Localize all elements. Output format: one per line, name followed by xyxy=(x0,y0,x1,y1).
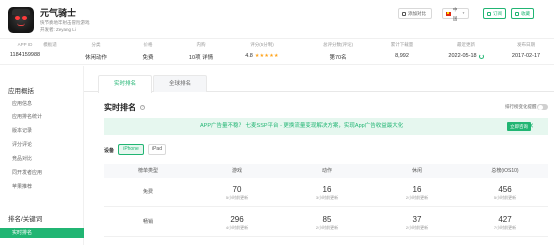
sidebar-item-same-dev[interactable]: 同开发者应用 xyxy=(12,169,42,176)
refresh-icon[interactable] xyxy=(478,53,484,59)
rating-stars: ★★★★★ xyxy=(254,53,279,59)
table-row: 免费 70 5小时前更新 16 3小时前更新 16 2小时前更新 456 5小时… xyxy=(104,178,548,207)
stat-category: 分类 休闲动作 xyxy=(84,42,107,61)
table-header: 榜单类型 游戏 动作 休闲 总榜(iOS10) xyxy=(104,164,548,178)
mail-icon xyxy=(487,11,491,16)
sidebar-section-rank: 排名/关键词 xyxy=(8,216,43,223)
stat-downloads: 累计下载量 8,992 xyxy=(390,42,414,59)
app-developer[interactable]: 开发者: Zeyang Li xyxy=(40,27,76,33)
sidebar-item-reviews[interactable]: 评分评论 xyxy=(12,141,32,148)
ad-banner: APP广告量不稳？ 七麦SSP平台 - 更换流量变现解决方案，实现App广告收益… xyxy=(104,118,548,135)
col-header-casual: 休闲 xyxy=(411,168,422,174)
subscribe-button[interactable]: 订阅 xyxy=(483,8,506,19)
app-stats-bar: APP ID 1184159988 模板适 分类 休闲动作 价格 免费 内购 1… xyxy=(0,38,554,65)
country-select[interactable]: 中国 ▼ xyxy=(442,7,469,21)
stat-last-update: 最近更新 2022-05-18 xyxy=(444,42,488,59)
compare-icon xyxy=(402,11,406,16)
col-header-type: 榜单类型 xyxy=(137,168,158,174)
app-header: 元气骑士 快节奏地牢射击冒险游戏 开发者: Zeyang Li 添加对比 中国 … xyxy=(0,0,554,37)
stat-price: 价格 免费 xyxy=(142,42,154,61)
sidebar: 应用概括 应用信息 应用排名统计 版本记录 评分评论 竞品对比 同开发者应用 苹… xyxy=(0,66,84,245)
app-icon xyxy=(8,7,34,33)
col-header-overall: 总榜(iOS10) xyxy=(491,168,519,174)
rank-tabs: 实时排名 全球排名 xyxy=(84,72,554,93)
add-compare-button[interactable]: 添加对比 xyxy=(398,8,432,19)
section-title: 实时排名 ? xyxy=(104,103,146,112)
device-label: 设备 xyxy=(104,148,115,154)
sidebar-item-competitors[interactable]: 竞品对比 xyxy=(12,155,32,162)
rank-cell[interactable]: 16 2小时前更新 xyxy=(372,185,462,201)
row-type-label: 免费 xyxy=(142,189,153,195)
rating-value: 4.8 xyxy=(245,53,253,59)
help-icon[interactable]: ? xyxy=(140,105,146,111)
stat-release-date: 发布日期 2017-02-17 xyxy=(511,42,541,59)
stat-bundle: 模板适 xyxy=(43,42,57,47)
table-row: 畅销 296 4小时前更新 85 2小时前更新 37 2小时前更新 427 7小… xyxy=(104,208,548,237)
stat-iap[interactable]: 内购 10项 详情 xyxy=(186,42,216,61)
close-icon[interactable]: ✕ xyxy=(528,118,534,135)
col-header-games: 游戏 xyxy=(231,168,242,174)
tab-global-rank[interactable]: 全球排名 xyxy=(153,75,207,92)
sidebar-section-overview: 应用概括 xyxy=(8,88,34,95)
rank-cell[interactable]: 16 3小时前更新 xyxy=(282,185,372,201)
stat-app-id: APP ID 1184159988 xyxy=(9,42,41,58)
stat-rating: 评分(5分制) 4.8 ★★★★★ xyxy=(245,42,279,59)
banner-text: APP广告量不稳？ 七麦SSP平台 - 更换流量变现解决方案，实现App广告收益… xyxy=(200,123,404,129)
rank-cell[interactable]: 296 4小时前更新 xyxy=(192,215,282,231)
rank-cell[interactable]: 427 7小时前更新 xyxy=(462,215,548,231)
chevron-down-icon: ▼ xyxy=(462,11,465,15)
rank-cell[interactable]: 456 5小时前更新 xyxy=(462,185,548,201)
favorite-button[interactable]: 收藏 xyxy=(511,8,534,19)
sidebar-item-versions[interactable]: 版本记录 xyxy=(12,127,32,134)
app-title: 元气骑士 xyxy=(40,8,77,18)
star-outline-icon xyxy=(515,11,519,16)
china-flag-icon xyxy=(446,11,451,16)
sidebar-item-app-info[interactable]: 应用信息 xyxy=(12,100,32,107)
col-header-action: 动作 xyxy=(321,168,332,174)
app-subtitle: 快节奏地牢射击冒险游戏 xyxy=(40,20,90,25)
sidebar-item-apple-rec[interactable]: 苹果推荐 xyxy=(12,183,32,190)
tab-realtime-rank[interactable]: 实时排名 xyxy=(98,75,152,93)
notify-label: 排行榜变化提醒 xyxy=(505,104,537,109)
device-iphone-button[interactable]: iPhone xyxy=(118,144,144,155)
sidebar-item-realtime-rank[interactable]: 实时排名 xyxy=(0,228,84,238)
device-ipad-button[interactable]: iPad xyxy=(148,144,166,155)
rank-cell[interactable]: 37 2小时前更新 xyxy=(372,215,462,231)
notify-toggle[interactable] xyxy=(537,104,548,110)
rank-cell[interactable]: 85 2小时前更新 xyxy=(282,215,372,231)
sidebar-item-rank-stats[interactable]: 应用排名统计 xyxy=(12,113,42,120)
row-type-label: 畅销 xyxy=(142,219,153,225)
stat-reviews-rank: 总评分数(评论) 第70名 xyxy=(323,42,353,61)
rank-cell[interactable]: 70 5小时前更新 xyxy=(192,185,282,201)
